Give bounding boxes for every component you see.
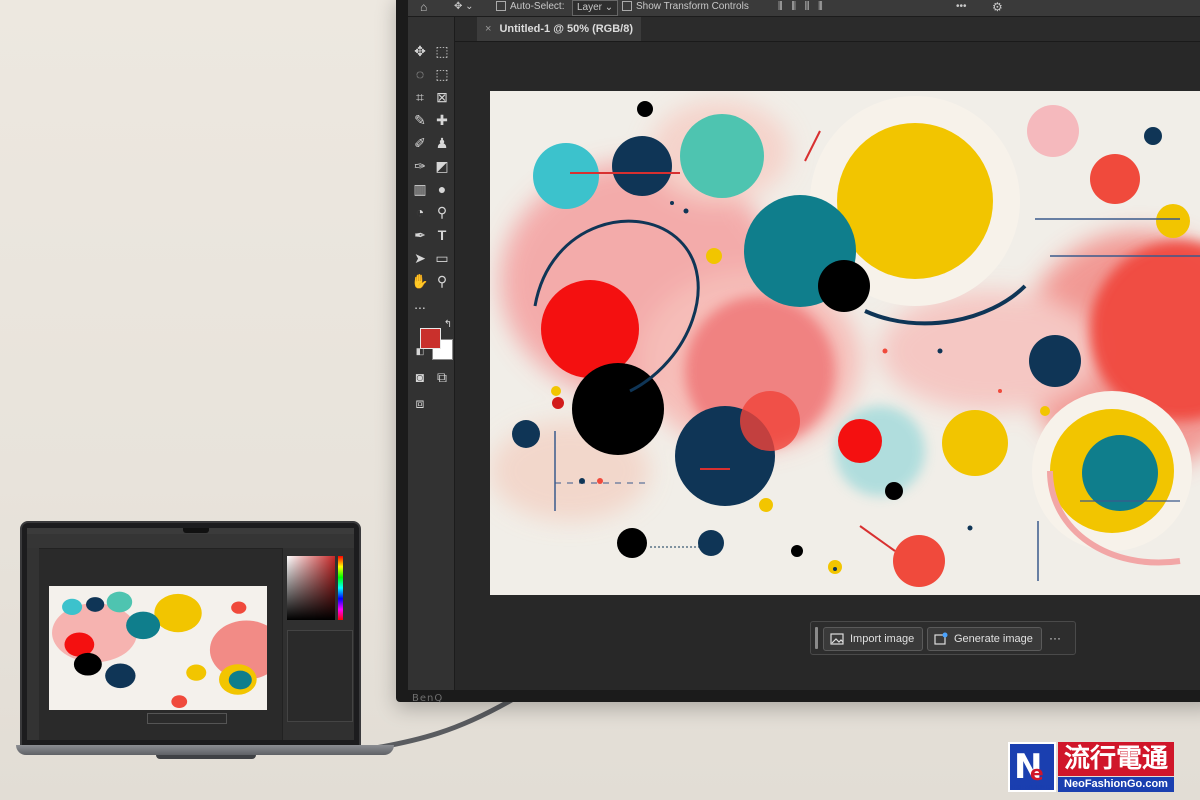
hue-slider bbox=[338, 556, 343, 620]
laptop-side-panels bbox=[282, 548, 354, 740]
crop-tool-icon[interactable]: ⌗ bbox=[410, 87, 430, 107]
monitor: ⌂ ✥ ⌄ Auto-Select: Layer ⌄ Show Transfor… bbox=[396, 0, 1200, 704]
tools-panel: ✥ ⬚ ◌ ⬚ ⌗ ⊠ ✎ ✚ ✐ ♟ ✑ ◩ ▥ ● ◔ ⚲ ✒ T ➤ ▭ … bbox=[408, 17, 455, 690]
move-tool-icon[interactable]: ✥ bbox=[410, 41, 430, 61]
drag-handle[interactable] bbox=[815, 627, 818, 649]
watermark: N e NEO FASHION GO 流行電通 NeoFashionGo.com bbox=[1008, 742, 1174, 794]
watermark-url: NeoFashionGo.com bbox=[1058, 777, 1174, 792]
adjustments-panel bbox=[287, 630, 353, 722]
tab-title: Untitled-1 @ 50% (RGB/8) bbox=[499, 23, 634, 35]
healing-brush-icon[interactable]: ✚ bbox=[432, 110, 452, 130]
eyedropper-tool-icon[interactable]: ✎ bbox=[410, 110, 430, 130]
laptop-contextual-bar bbox=[147, 713, 227, 724]
brush-tool-icon[interactable]: ✐ bbox=[410, 133, 430, 153]
laptop bbox=[20, 521, 361, 749]
monitor-brand-logo: BenQ bbox=[412, 693, 444, 704]
hand-tool-icon[interactable]: ✋ bbox=[410, 271, 430, 291]
pen-tool-icon[interactable]: ✒ bbox=[410, 225, 430, 245]
more-actions-button[interactable]: ··· bbox=[1049, 627, 1061, 649]
transform-controls-label: Show Transform Controls bbox=[636, 1, 749, 12]
blur-tool-icon[interactable]: ● bbox=[432, 179, 452, 199]
laptop-canvas bbox=[49, 586, 267, 710]
generate-image-label: Generate image bbox=[954, 633, 1033, 645]
laptop-artwork-thumbnail bbox=[52, 591, 267, 709]
quick-mask-icon[interactable]: ◙ bbox=[410, 367, 430, 387]
import-image-label: Import image bbox=[850, 633, 915, 645]
auto-select-dropdown[interactable]: Layer ⌄ bbox=[572, 0, 619, 16]
abstract-circles-artwork bbox=[490, 96, 1200, 587]
generative-tool-icon[interactable]: ⧈ bbox=[410, 393, 430, 413]
eraser-tool-icon[interactable]: ◩ bbox=[432, 156, 452, 176]
laptop-base bbox=[16, 745, 394, 755]
screen-mode-icon[interactable]: ⧉ bbox=[432, 367, 452, 387]
gradient-tool-icon[interactable]: ▥ bbox=[410, 179, 430, 199]
more-tools-button[interactable]: ... bbox=[410, 294, 430, 314]
sparkle-image-icon bbox=[934, 632, 948, 645]
auto-select-label: Auto-Select: bbox=[510, 1, 565, 12]
dodge-tool-icon[interactable]: ◔ bbox=[410, 202, 430, 222]
watermark-title: 流行電通 bbox=[1058, 742, 1174, 776]
default-colors-icon[interactable]: ◧ bbox=[410, 341, 430, 361]
type-tool-icon[interactable]: T bbox=[432, 225, 452, 245]
generate-image-button[interactable]: Generate image bbox=[927, 627, 1042, 651]
laptop-hinge bbox=[156, 755, 256, 759]
color-picker-field bbox=[287, 556, 335, 620]
frame-tool-icon[interactable]: ⊠ bbox=[432, 87, 452, 107]
close-icon[interactable]: × bbox=[485, 23, 491, 35]
photoshop-window: ⌂ ✥ ⌄ Auto-Select: Layer ⌄ Show Transfor… bbox=[408, 0, 1200, 690]
laptop-screen bbox=[27, 528, 354, 740]
path-select-tool-icon[interactable]: ➤ bbox=[410, 248, 430, 268]
more-options-button[interactable]: ••• bbox=[956, 0, 967, 14]
marquee-tool-icon[interactable]: ⬚ bbox=[432, 41, 452, 61]
options-bar: ⌂ ✥ ⌄ Auto-Select: Layer ⌄ Show Transfor… bbox=[408, 0, 1200, 17]
home-icon[interactable]: ⌂ bbox=[420, 0, 427, 14]
laptop-options-bar bbox=[27, 534, 354, 549]
lasso-tool-icon[interactable]: ◌ bbox=[410, 64, 430, 84]
tab-untitled-1[interactable]: × Untitled-1 @ 50% (RGB/8) bbox=[477, 17, 642, 41]
image-icon bbox=[830, 633, 844, 645]
auto-select-checkbox[interactable]: Auto-Select: bbox=[496, 0, 564, 14]
rectangle-tool-icon[interactable]: ▭ bbox=[432, 248, 452, 268]
document-canvas[interactable] bbox=[490, 91, 1200, 595]
zoom-tool-icon[interactable]: ⚲ bbox=[432, 271, 452, 291]
camera-notch bbox=[183, 528, 209, 533]
watermark-small-text: NEO FASHION GO bbox=[1010, 785, 1054, 791]
object-select-tool-icon[interactable]: ⬚ bbox=[432, 64, 452, 84]
clone-stamp-icon[interactable]: ♟ bbox=[432, 133, 452, 153]
import-image-button[interactable]: Import image bbox=[823, 627, 924, 651]
contextual-task-bar: Import image Generate image ··· bbox=[810, 621, 1076, 655]
swap-colors-icon[interactable]: ↰ bbox=[438, 315, 458, 335]
transform-controls-checkbox[interactable]: Show Transform Controls bbox=[622, 0, 749, 14]
history-brush-icon[interactable]: ✑ bbox=[410, 156, 430, 176]
document-tabs: × Untitled-1 @ 50% (RGB/8) bbox=[455, 17, 1200, 42]
zoom-lens-icon[interactable]: ⚲ bbox=[432, 202, 452, 222]
auto-select-value: Layer bbox=[577, 2, 603, 13]
laptop-tools-panel bbox=[27, 548, 39, 740]
move-tool-icon[interactable]: ✥ ⌄ bbox=[454, 0, 474, 14]
align-buttons[interactable]: ⫼ ⫼ ⫼ ⫼ bbox=[778, 0, 826, 14]
gear-icon[interactable]: ⚙ bbox=[992, 0, 1003, 14]
svg-text:e: e bbox=[1030, 761, 1044, 785]
